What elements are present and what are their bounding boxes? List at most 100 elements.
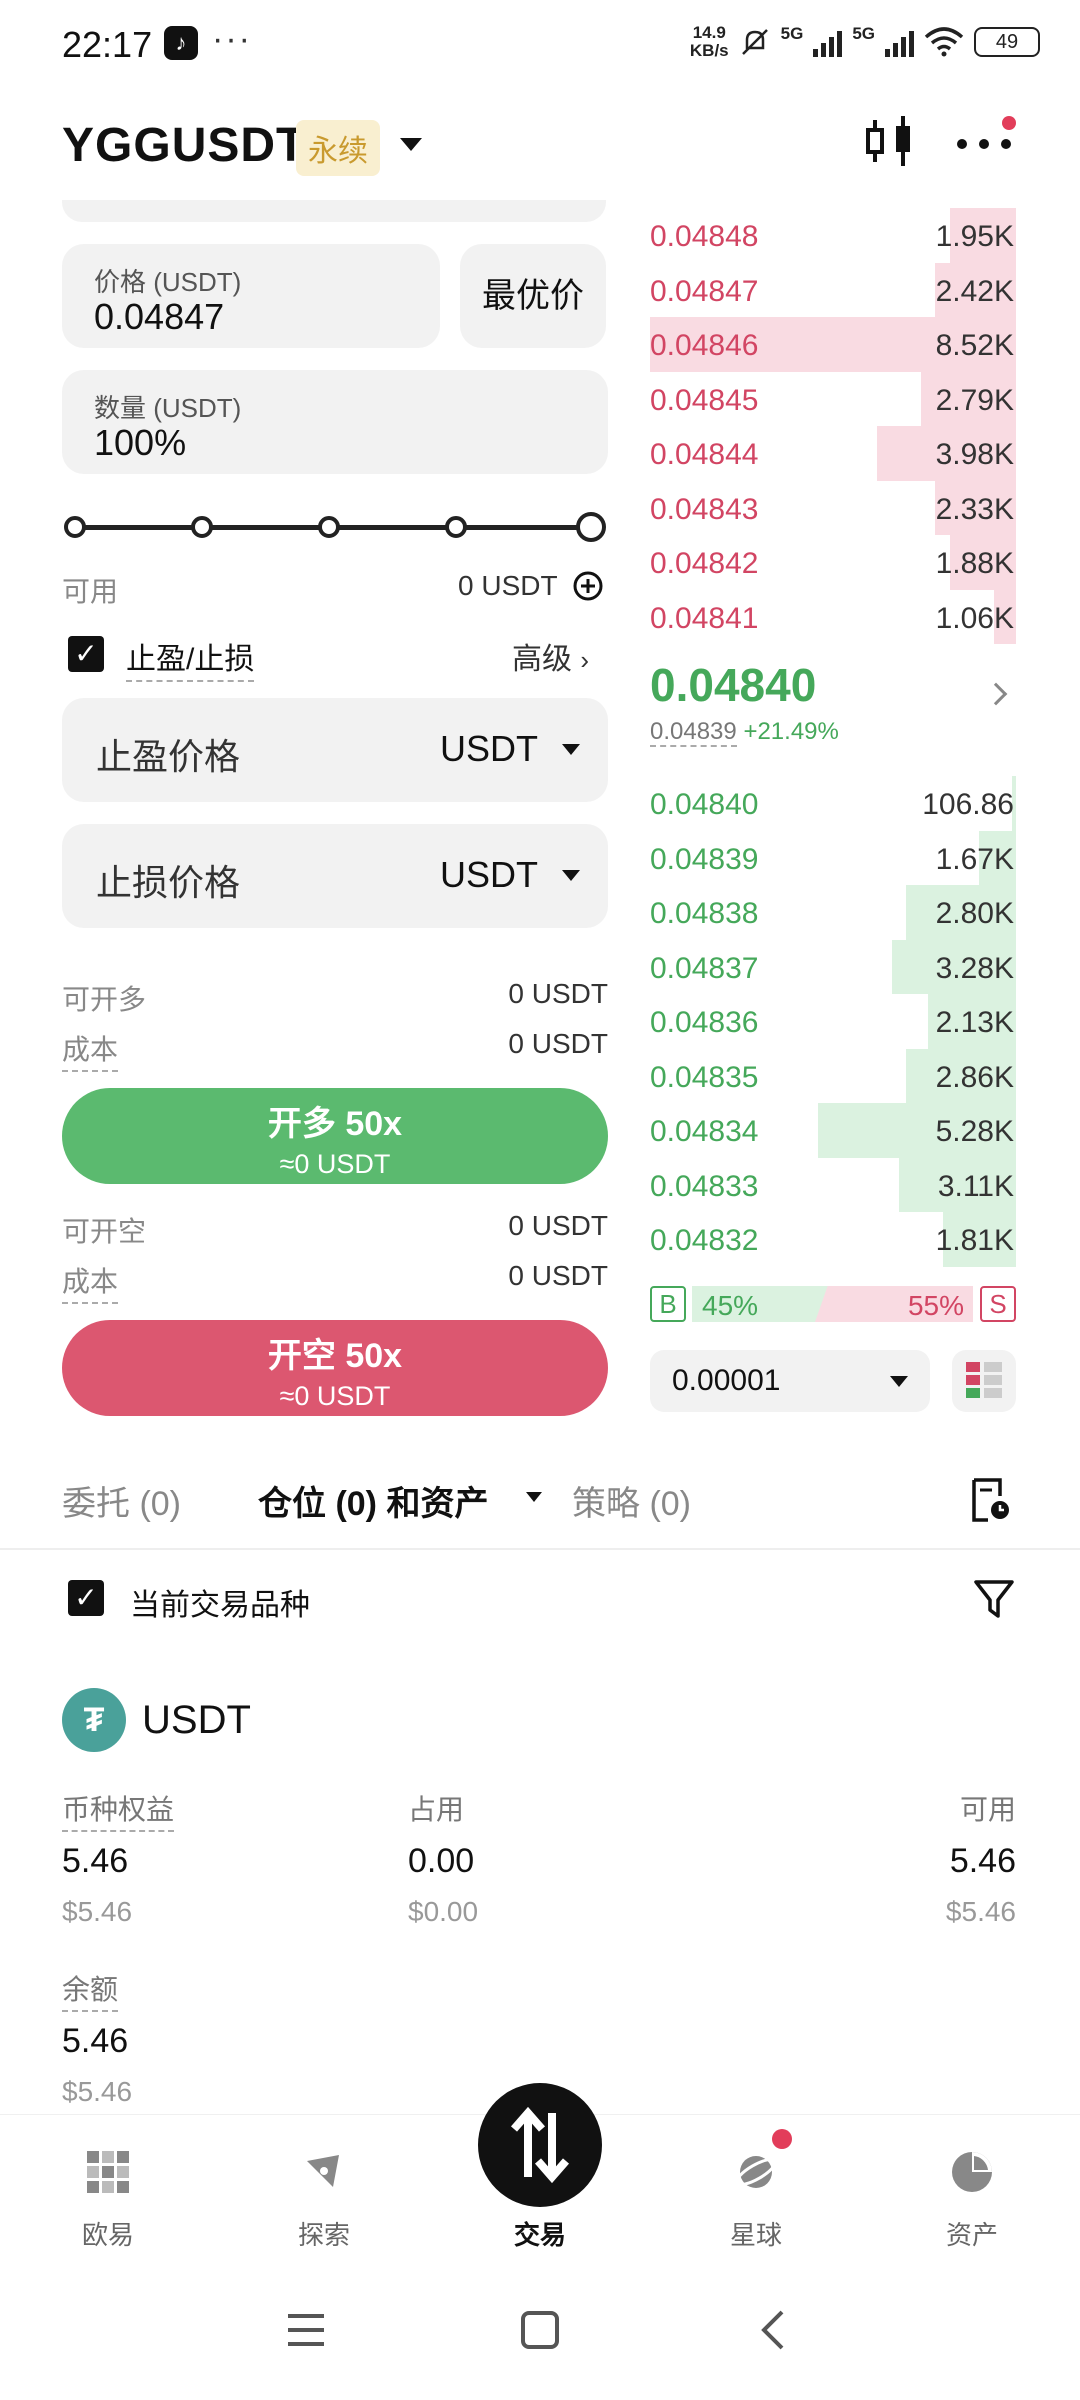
bid-price[interactable]: 0.04837 — [650, 952, 758, 986]
orderbook-layout-button[interactable] — [952, 1350, 1016, 1412]
tab-dropdown-icon[interactable] — [526, 1492, 542, 1502]
precision-select[interactable]: 0.00001 — [650, 1350, 930, 1412]
chevron-down-icon[interactable] — [562, 870, 580, 881]
tab-orders[interactable]: 委托 (0) — [62, 1476, 181, 1525]
ask-row[interactable]: 0.04844 3.98K — [650, 426, 1016, 481]
bid-quantity: 2.80K — [935, 897, 1014, 930]
slider-knob-25[interactable] — [191, 516, 213, 538]
ask-price[interactable]: 0.04841 — [650, 602, 758, 636]
bid-row[interactable]: 0.04835 2.86K — [650, 1048, 1016, 1103]
bid-row[interactable]: 0.04836 2.13K — [650, 994, 1016, 1049]
take-profit-unit[interactable]: USDT — [440, 728, 538, 770]
orderbook-mid[interactable]: 0.04840 0.04839 +21.49% — [650, 658, 839, 747]
equity-usd: $5.46 — [62, 1896, 133, 1927]
ask-price[interactable]: 0.04842 — [650, 547, 758, 581]
ask-quantity: 2.33K — [935, 492, 1014, 526]
current-symbol-checkbox[interactable]: ✓ — [68, 1580, 104, 1616]
cost-short-label[interactable]: 成本 — [62, 1260, 119, 1304]
take-profit-input[interactable]: 止盈价格 USDT — [62, 698, 608, 802]
ask-quantity: 8.52K — [935, 329, 1014, 362]
equity-label[interactable]: 币种权益 — [62, 1788, 175, 1832]
ask-row[interactable]: 0.04843 2.33K — [650, 480, 1016, 535]
slider-knob-50[interactable] — [318, 516, 340, 538]
take-profit-placeholder: 止盈价格 — [96, 736, 241, 777]
bid-row[interactable]: 0.04832 1.81K — [650, 1212, 1016, 1267]
bid-row[interactable]: 0.04834 5.28K — [650, 1103, 1016, 1158]
advanced-link[interactable]: 高级 › — [512, 634, 589, 678]
stop-loss-unit[interactable]: USDT — [440, 854, 538, 896]
tab-positions-assets[interactable]: 仓位 (0) 和资产 — [258, 1476, 488, 1525]
ask-row[interactable]: 0.04842 1.88K — [650, 535, 1016, 590]
ask-row[interactable]: 0.04845 2.79K — [650, 371, 1016, 426]
slider-knob-75[interactable] — [445, 516, 467, 538]
quantity-value[interactable]: 100% — [94, 422, 186, 464]
bid-price[interactable]: 0.04835 — [650, 1061, 758, 1095]
open-short-button[interactable]: 开空 50x ≈0 USDT — [62, 1320, 608, 1416]
current-symbol-label[interactable]: 当前交易品种 — [130, 1580, 310, 1624]
ask-price[interactable]: 0.04846 — [650, 329, 758, 363]
chevron-right-icon[interactable] — [984, 682, 1008, 706]
best-price-button[interactable]: 最优价 — [460, 244, 606, 348]
symbol-title[interactable]: YGGUSDT — [62, 118, 306, 173]
cost-long-value: 0 USDT — [508, 1028, 608, 1059]
bid-price[interactable]: 0.04832 — [650, 1224, 758, 1258]
ask-row[interactable]: 0.04848 1.95K — [650, 208, 1016, 263]
slider-knob-0[interactable] — [64, 516, 86, 538]
can-short-value: 0 USDT — [508, 1210, 608, 1241]
cost-short-value: 0 USDT — [508, 1260, 608, 1291]
bid-price[interactable]: 0.04833 — [650, 1170, 758, 1204]
last-price[interactable]: 0.04840 — [650, 658, 839, 712]
nav-trade[interactable]: 交易 — [470, 2115, 610, 2252]
add-funds-icon[interactable] — [572, 570, 604, 602]
net-speed: 14.9 KB/s — [689, 23, 729, 60]
slider-knob-100[interactable] — [576, 512, 606, 542]
ask-price[interactable]: 0.04848 — [650, 220, 758, 254]
home-square-icon[interactable] — [520, 2310, 560, 2350]
signal-5g-label-2: 5G — [852, 24, 875, 43]
tab-strategy[interactable]: 策略 (0) — [572, 1476, 691, 1525]
ask-price[interactable]: 0.04844 — [650, 438, 758, 472]
nav-explore[interactable]: 探索 — [254, 2115, 394, 2252]
tpsl-checkbox[interactable]: ✓ — [68, 636, 104, 672]
open-long-button[interactable]: 开多 50x ≈0 USDT — [62, 1088, 608, 1184]
price-input[interactable]: 价格 (USDT) 0.04847 — [62, 244, 440, 348]
ask-row[interactable]: 0.04841 1.06K — [650, 589, 1016, 644]
nav-home[interactable]: 欧易 — [38, 2115, 178, 2252]
tpsl-label[interactable]: 止盈/止损 — [126, 634, 255, 682]
filter-icon[interactable] — [972, 1576, 1016, 1620]
back-icon[interactable] — [754, 2310, 794, 2350]
bid-price[interactable]: 0.04836 — [650, 1006, 758, 1040]
more-menu-icon[interactable] — [954, 124, 1014, 164]
quantity-input[interactable]: 数量 (USDT) 100% — [62, 370, 608, 474]
stop-loss-input[interactable]: 止损价格 USDT — [62, 824, 608, 928]
signal-icon-2 — [885, 27, 914, 57]
ask-row[interactable]: 0.04846 8.52K — [650, 317, 1016, 372]
bid-row[interactable]: 0.04840 106.86 — [650, 776, 1016, 831]
history-icon[interactable] — [966, 1476, 1014, 1524]
bid-quantity: 1.67K — [935, 842, 1014, 876]
nav-assets[interactable]: 资产 — [902, 2115, 1042, 2252]
bid-price[interactable]: 0.04839 — [650, 843, 758, 877]
order-type-selector-edge[interactable] — [62, 200, 606, 222]
candlestick-chart-icon[interactable] — [860, 112, 920, 172]
symbol-dropdown-icon[interactable] — [400, 138, 422, 151]
ask-price[interactable]: 0.04845 — [650, 384, 758, 418]
bid-row[interactable]: 0.04833 3.11K — [650, 1157, 1016, 1212]
bid-row[interactable]: 0.04839 1.67K — [650, 830, 1016, 885]
bid-price[interactable]: 0.04834 — [650, 1115, 758, 1149]
cost-long-label[interactable]: 成本 — [62, 1028, 119, 1072]
bid-row[interactable]: 0.04838 2.80K — [650, 885, 1016, 940]
balance-label[interactable]: 余额 — [62, 1968, 119, 2012]
ask-row[interactable]: 0.04847 2.42K — [650, 262, 1016, 317]
nav-planet[interactable]: 星球 — [686, 2115, 826, 2252]
bid-price[interactable]: 0.04838 — [650, 897, 758, 931]
menu-icon[interactable] — [286, 2310, 326, 2350]
quantity-slider[interactable] — [62, 512, 610, 542]
bid-price[interactable]: 0.04840 — [650, 788, 758, 822]
bid-row[interactable]: 0.04837 3.28K — [650, 939, 1016, 994]
price-value[interactable]: 0.04847 — [94, 296, 224, 338]
ask-price[interactable]: 0.04847 — [650, 275, 758, 309]
ask-price[interactable]: 0.04843 — [650, 493, 758, 527]
chevron-down-icon[interactable] — [562, 744, 580, 755]
status-bar: 22:17 ♪ ··· 14.9 KB/s 5G 5G 49 — [0, 0, 1080, 92]
